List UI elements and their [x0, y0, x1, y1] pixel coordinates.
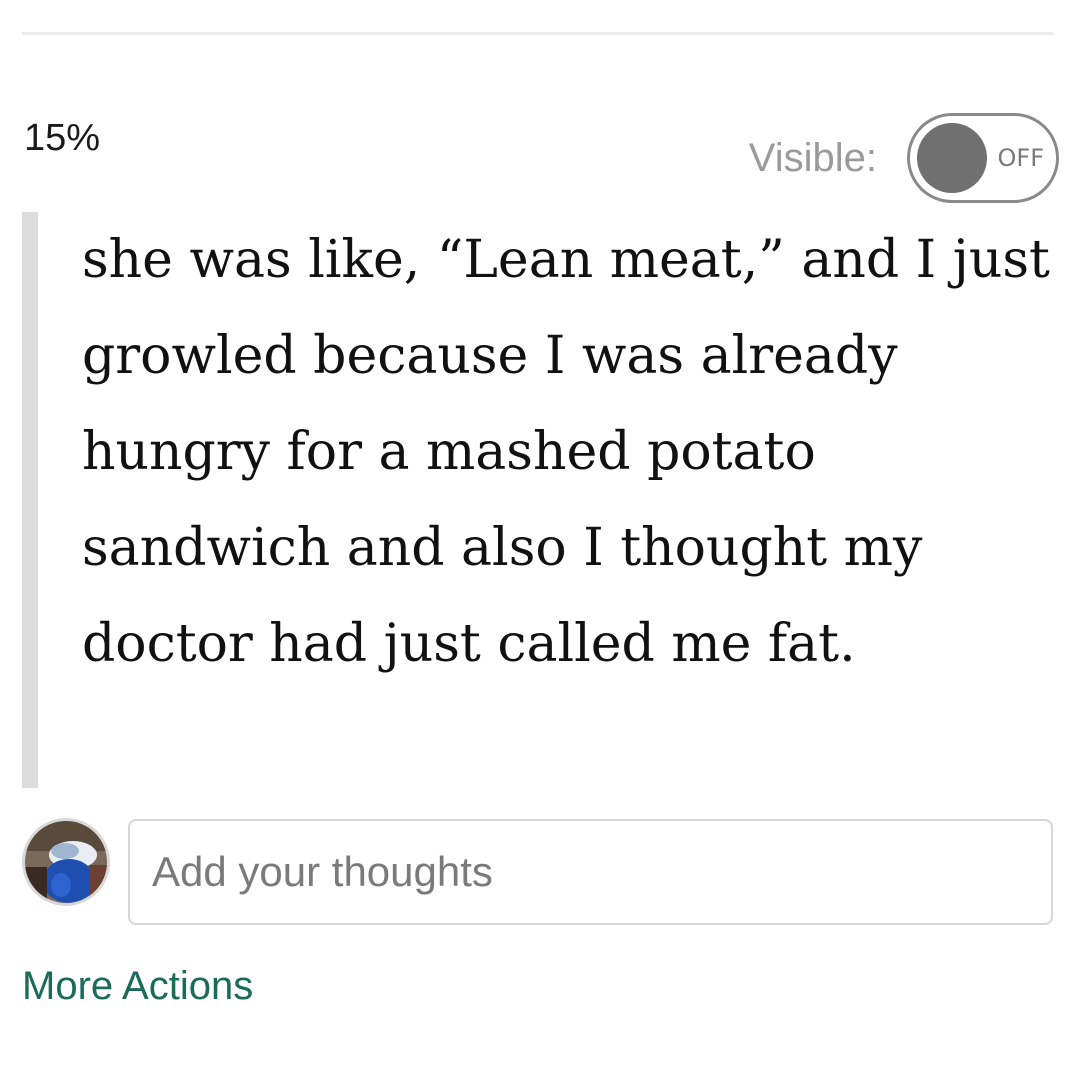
- highlight-bar: [22, 212, 38, 788]
- user-avatar-icon: [25, 821, 107, 903]
- toggle-knob: [917, 123, 987, 193]
- highlight-block: she was like, “Lean meat,” and I just gr…: [22, 212, 1062, 788]
- reading-progress: 15%: [24, 117, 101, 159]
- more-actions-link[interactable]: More Actions: [22, 960, 253, 1012]
- avatar[interactable]: [22, 818, 110, 906]
- highlight-text: she was like, “Lean meat,” and I just gr…: [82, 230, 1050, 674]
- comment-input[interactable]: [128, 819, 1053, 925]
- visibility-toggle[interactable]: OFF: [907, 113, 1059, 203]
- visible-label: Visible:: [748, 135, 877, 180]
- visibility-control: Visible: OFF: [749, 110, 1059, 206]
- top-divider: [22, 32, 1054, 35]
- toggle-state-text: OFF: [997, 144, 1045, 172]
